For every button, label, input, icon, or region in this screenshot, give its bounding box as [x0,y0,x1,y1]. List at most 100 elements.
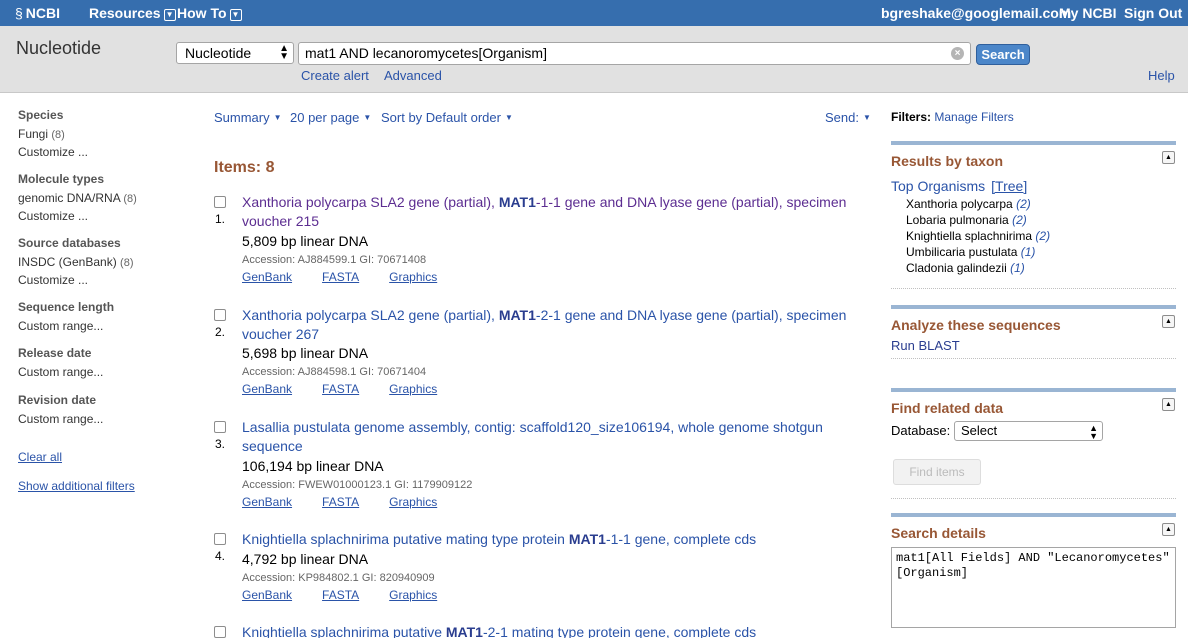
find-items-button[interactable]: Find items [893,459,981,485]
graphics-link[interactable]: Graphics [389,495,437,509]
dna-helix-icon: § [15,5,23,21]
organism-item[interactable]: Cladonia galindezii (1) [906,260,1050,276]
help-link[interactable]: Help [1148,68,1175,83]
facet-item-label: genomic DNA/RNA [18,191,121,205]
facet-source-databases: Source databases INSDC (GenBank) (8) Cus… [18,236,134,289]
items-count: Items: 8 [214,159,275,176]
filters-label: Filters: [891,110,932,124]
create-alert-link[interactable]: Create alert [301,68,369,83]
organism-item[interactable]: Lobaria pulmonaria (2) [906,212,1050,228]
facet-heading: Sequence length [18,300,115,314]
per-page-menu[interactable]: 20 per page ▼ [290,110,371,125]
facet-item-insdc[interactable]: INSDC (GenBank) (8) [18,254,134,272]
show-additional-filters-link[interactable]: Show additional filters [18,479,135,493]
result-accession: Accession: KP984802.1 GI: 820940909 [242,572,435,584]
search-input[interactable]: mat1 AND lecanoromycetes[Organism] × [298,42,971,65]
facet-count: (8) [123,193,137,205]
search-input-value: mat1 AND lecanoromycetes[Organism] [305,45,547,61]
facet-species: Species Fungi (8) Customize ... [18,108,88,161]
graphics-link[interactable]: Graphics [389,588,437,602]
caret-down-icon: ▼ [862,113,871,122]
organism-item[interactable]: Knightiella splachnirima (2) [906,228,1050,244]
result-links: GenBank FASTA Graphics [242,382,467,396]
result-checkbox[interactable] [214,533,226,545]
user-account-link[interactable]: bgreshake@googlemail.com [881,5,1071,21]
facet-heading: Revision date [18,393,97,407]
caret-down-icon: ▼ [363,113,372,122]
result-title-link[interactable]: Knightiella splachnirima putative mating… [242,530,874,549]
title-highlight: MAT1 [498,194,536,210]
database-select[interactable]: Nucleotide ▲ ▼ [176,42,294,64]
result-links: GenBank FASTA Graphics [242,588,467,602]
facet-customize-link[interactable]: Customize ... [18,208,137,225]
result-title-link[interactable]: Lasallia pustulata genome assembly, cont… [242,418,874,456]
top-organisms-link[interactable]: Top Organisms [891,178,985,194]
sign-out-link[interactable]: Sign Out [1124,5,1182,21]
genbank-link[interactable]: GenBank [242,270,292,284]
tree-link[interactable]: [Tree] [991,178,1027,194]
genbank-link[interactable]: GenBank [242,588,292,602]
genbank-link[interactable]: GenBank [242,495,292,509]
result-checkbox[interactable] [214,421,226,433]
graphics-link[interactable]: Graphics [389,382,437,396]
title-highlight: MAT1 [498,307,536,323]
my-ncbi-link[interactable]: My NCBI [1059,5,1117,21]
result-links: GenBank FASTA Graphics [242,495,467,509]
result-description: 4,792 bp linear DNA [242,551,369,567]
manage-filters-link[interactable]: Manage Filters [934,110,1013,124]
fasta-link[interactable]: FASTA [322,382,359,396]
resources-menu[interactable]: Resources ▼ [89,5,176,21]
organism-item[interactable]: Xanthoria polycarpa (2) [906,196,1050,212]
clear-all-link[interactable]: Clear all [18,450,62,464]
facet-item-fungi[interactable]: Fungi (8) [18,126,88,144]
fasta-link[interactable]: FASTA [322,495,359,509]
collapse-icon[interactable]: ▲ [1162,151,1175,164]
advanced-search-link[interactable]: Advanced [384,68,442,83]
facet-revision-date: Revision date Custom range... [18,393,103,428]
search-button[interactable]: Search [976,44,1030,65]
select-arrows-icon: ▲ ▼ [279,43,289,62]
fasta-link[interactable]: FASTA [322,270,359,284]
result-title-link[interactable]: Xanthoria polycarpa SLA2 gene (partial),… [242,193,874,231]
related-database-select[interactable]: Select ▲ ▼ [954,421,1103,441]
fasta-link[interactable]: FASTA [322,588,359,602]
divider [891,358,1176,360]
send-menu[interactable]: Send: ▼ [825,110,871,125]
facet-custom-range-link[interactable]: Custom range... [18,318,114,335]
organism-count: (2) [1035,229,1051,243]
organism-item[interactable]: Umbilicaria pustulata (1) [906,244,1050,260]
result-checkbox[interactable] [214,309,226,321]
result-number: 1. [215,212,226,226]
summary-format-menu[interactable]: Summary ▼ [214,110,282,125]
result-title-link[interactable]: Knightiella splachnirima putative MAT1-2… [242,623,874,638]
collapse-icon[interactable]: ▲ [1162,398,1175,411]
sort-menu[interactable]: Sort by Default order ▼ [381,110,513,125]
run-blast-link[interactable]: Run BLAST [891,338,960,353]
result-accession: Accession: FWEW01000123.1 GI: 1179909122 [242,479,473,491]
panel-heading: Analyze these sequences [891,317,1061,333]
panel-heading: Find related data [891,400,1004,416]
title-part: -1-1 gene, complete cds [605,531,757,547]
collapse-icon[interactable]: ▲ [1162,523,1175,536]
top-organisms-row: Top Organisms [Tree] [891,178,1027,194]
facet-item-genomic[interactable]: genomic DNA/RNA (8) [18,190,137,208]
database-title: Nucleotide [16,38,102,58]
genbank-link[interactable]: GenBank [242,382,292,396]
facet-custom-range-link[interactable]: Custom range... [18,364,103,381]
result-checkbox[interactable] [214,196,226,208]
facet-customize-link[interactable]: Customize ... [18,272,134,289]
graphics-link[interactable]: Graphics [389,270,437,284]
howto-menu[interactable]: How To ▼ [177,5,242,21]
collapse-icon[interactable]: ▲ [1162,315,1175,328]
ncbi-logo[interactable]: § NCBI [15,5,60,21]
facet-customize-link[interactable]: Customize ... [18,144,88,161]
result-checkbox[interactable] [214,626,226,638]
clear-search-icon[interactable]: × [951,47,964,60]
result-title-link[interactable]: Xanthoria polycarpa SLA2 gene (partial),… [242,306,874,344]
facet-heading: Species [18,108,64,122]
analyze-sequences-panel: Analyze these sequences ▲ [891,305,1176,333]
caret-down-icon: ▼ [273,113,282,122]
facet-custom-range-link[interactable]: Custom range... [18,411,103,428]
facet-heading: Release date [18,346,92,360]
search-details-textarea[interactable]: mat1[All Fields] AND "Lecanoromycetes"[O… [891,547,1176,628]
